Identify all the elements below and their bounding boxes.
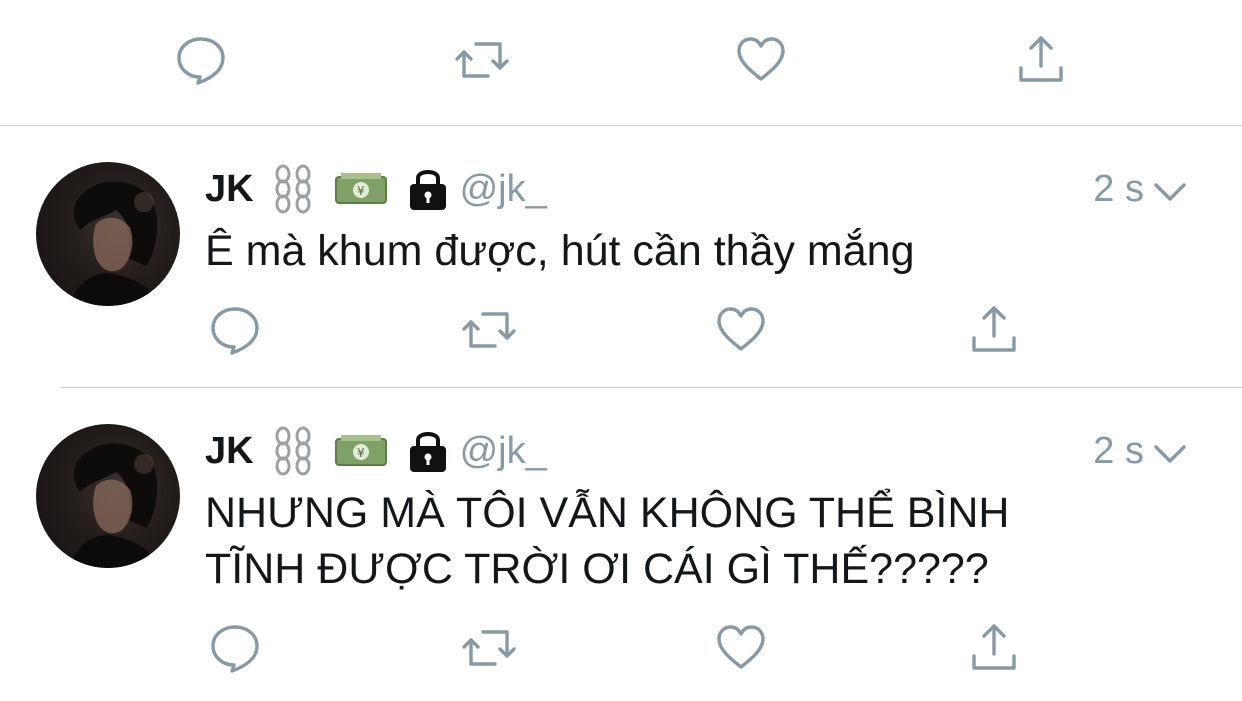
tweet-menu-button[interactable] [1150, 172, 1190, 212]
tweet[interactable]: JK ¥ @jk_ 2 s NHƯNG MÀ TÔI VẪN KHÔNG THỂ… [0, 388, 1242, 701]
svg-text:¥: ¥ [357, 446, 365, 460]
retweet-button[interactable] [459, 300, 519, 360]
reply-icon [211, 307, 259, 355]
username[interactable]: @jk_ [460, 168, 547, 211]
tweet[interactable]: JK ¥ @jk_ 2 s Ê mà khum được, hút cần th… [0, 126, 1242, 388]
reply-button[interactable] [205, 300, 265, 360]
retweet-icon [462, 630, 516, 666]
display-name[interactable]: JK [205, 430, 254, 473]
timestamp[interactable]: 2 s [1093, 168, 1144, 211]
share-icon [972, 624, 1016, 670]
like-icon [717, 307, 765, 351]
tweet-text: Ê mà khum được, hút cần thầy mắng [205, 227, 915, 275]
avatar[interactable] [36, 162, 180, 306]
tweet-header: JK ¥ @jk_ [205, 426, 547, 476]
reply-icon [211, 625, 259, 673]
money-icon: ¥ [334, 169, 388, 209]
share-icon [972, 306, 1016, 352]
reply-button[interactable] [171, 30, 231, 90]
tweet-menu-button[interactable] [1150, 434, 1190, 474]
like-icon [717, 625, 765, 669]
avatar-image [70, 181, 160, 306]
chain-icon [272, 426, 316, 476]
retweet-button[interactable] [459, 618, 519, 678]
money-icon: ¥ [334, 431, 388, 471]
chevron-down-icon [1154, 445, 1186, 463]
display-name[interactable]: JK [205, 168, 254, 211]
chevron-down-icon [1154, 183, 1186, 201]
chain-icon [272, 164, 316, 214]
username[interactable]: @jk_ [460, 430, 547, 473]
reply-icon [177, 37, 225, 85]
share-button[interactable] [964, 300, 1024, 360]
like-button[interactable] [711, 618, 771, 678]
retweet-button[interactable] [452, 30, 512, 90]
tweet-text: NHƯNG MÀ TÔI VẪN KHÔNG THỂ BÌNH TĨNH ĐƯỢ… [205, 489, 1010, 593]
svg-text:¥: ¥ [357, 184, 365, 198]
like-button[interactable] [711, 300, 771, 360]
like-button[interactable] [731, 30, 791, 90]
reply-button[interactable] [205, 618, 265, 678]
share-button[interactable] [1011, 30, 1071, 90]
share-button[interactable] [964, 618, 1024, 678]
share-icon [1019, 36, 1063, 82]
like-icon [737, 37, 785, 81]
lock-icon [406, 165, 450, 213]
avatar[interactable] [36, 424, 180, 568]
tweet-header: JK ¥ @jk_ [205, 164, 547, 214]
avatar-image [70, 443, 160, 568]
timestamp[interactable]: 2 s [1093, 430, 1144, 473]
lock-icon [406, 427, 450, 475]
retweet-icon [455, 42, 509, 78]
retweet-icon [462, 312, 516, 348]
